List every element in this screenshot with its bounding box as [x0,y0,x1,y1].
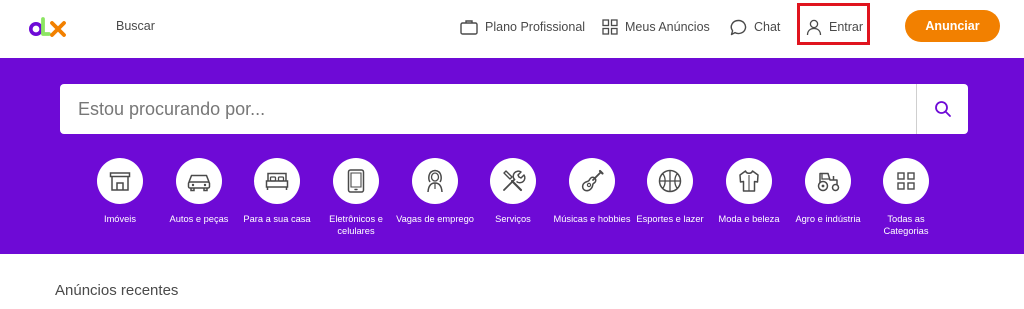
person-icon [427,169,443,193]
category-icon-circle [490,158,536,204]
category-imoveis[interactable]: Imóveis [81,158,159,225]
top-header: Buscar Plano Profissional Meus Anúncios … [0,0,1024,58]
category-icon-circle [97,158,143,204]
olx-logo[interactable] [28,14,68,40]
category-icon-circle [726,158,772,204]
recent-ads-title: Anúncios recentes [55,282,179,299]
guitar-icon [581,169,604,192]
category-icon-circle [647,158,693,204]
nav-chat[interactable]: Chat [730,16,780,38]
category-list: Imóveis Autos e peças Para a sua casa El… [0,158,1024,248]
shirt-icon [739,170,759,192]
category-para-sua-casa[interactable]: Para a sua casa [238,158,316,225]
tractor-icon [817,172,840,192]
category-label: Serviços [495,214,531,224]
car-icon [187,174,211,192]
category-label: Moda e beleza [718,214,780,224]
category-musicas-hobbies[interactable]: Músicas e hobbies [553,158,631,225]
search-input[interactable] [60,84,916,134]
nav-entrar[interactable]: Entrar [806,16,863,38]
nav-label: Chat [754,20,781,34]
tools-icon [503,170,526,192]
category-vagas-emprego[interactable]: Vagas de emprego [396,158,474,225]
category-servicos[interactable]: Serviços [474,158,552,225]
chat-bubble-icon [730,19,747,35]
category-todas-categorias[interactable]: Todas as Categorias [867,158,945,237]
category-label: Vagas de emprego [396,214,474,224]
category-label: Eletrônicos e celulares [329,214,383,236]
category-label: Esportes e lazer [636,214,704,224]
category-icon-circle [805,158,851,204]
nav-plano-profissional[interactable]: Plano Profissional [460,16,585,38]
category-label: Agro e indústria [795,214,861,224]
category-autos-pecas[interactable]: Autos e peças [160,158,238,225]
nav-label: Meus Anúncios [625,20,710,34]
category-icon-circle [412,158,458,204]
category-agro-industria[interactable]: Agro e indústria [789,158,867,225]
nav-label: Entrar [829,20,864,34]
category-icon-circle [883,158,929,204]
category-label: Imóveis [103,214,137,224]
category-icon-circle [254,158,300,204]
tablet-icon [347,169,365,193]
category-eletronicos[interactable]: Eletrônicos e celulares [317,158,395,237]
nav-label: Plano Profissional [485,20,586,34]
grid-icon [897,172,915,190]
briefcase-icon [460,20,478,35]
bed-icon [265,172,289,190]
search-link[interactable]: Buscar [116,19,155,33]
category-icon-circle [569,158,615,204]
store-icon [109,172,131,191]
category-esportes-lazer[interactable]: Esportes e lazer [631,158,709,225]
category-moda-beleza[interactable]: Moda e beleza [710,158,788,225]
nav-meus-anuncios[interactable]: Meus Anúncios [602,16,710,38]
category-label: Músicas e hobbies [553,214,631,224]
category-label: Autos e peças [169,214,229,224]
category-label: Todas as Categorias [883,214,929,236]
grid-icon [602,19,618,35]
hero-banner: Imóveis Autos e peças [0,58,1024,254]
category-icon-circle [176,158,222,204]
search-button[interactable] [917,84,968,134]
category-icon-circle [333,158,379,204]
search-bar [60,84,968,134]
search-icon [934,101,951,117]
user-icon [806,19,822,35]
anunciar-button[interactable]: Anunciar [905,10,1000,42]
basketball-icon [658,169,682,193]
category-label: Para a sua casa [243,214,311,224]
